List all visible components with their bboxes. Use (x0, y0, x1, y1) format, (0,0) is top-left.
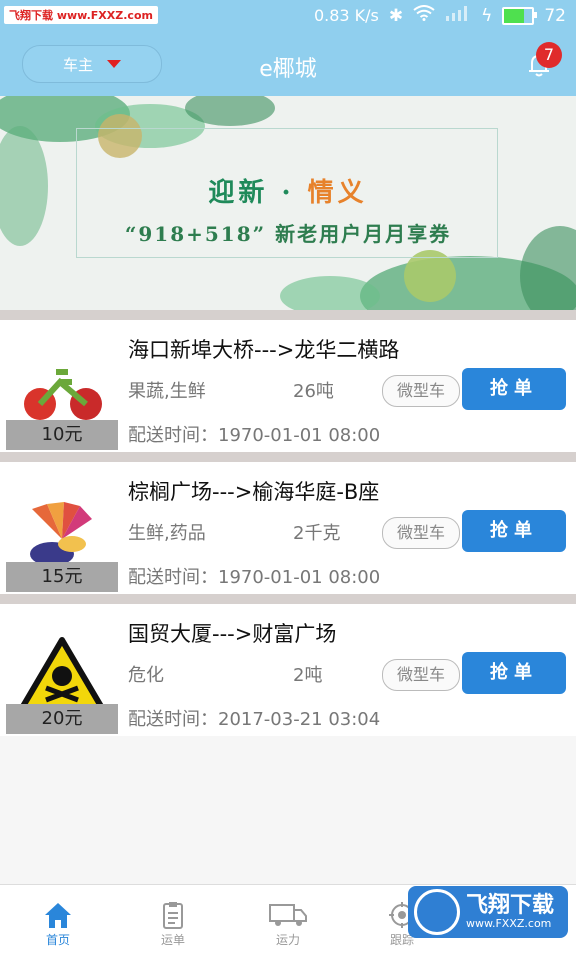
tab-waybill[interactable]: 运单 (143, 901, 203, 948)
price-tag: 20元 (6, 704, 118, 734)
order-card[interactable]: 20元 国贸大厦--->财富广场 危化 2吨 微型车 抢单 配送时间：2017-… (0, 594, 576, 736)
tab-label: 运单 (160, 933, 185, 947)
wifi-icon (413, 5, 435, 26)
goods-weight: 2吨 (293, 665, 323, 686)
app-header: 车主 e椰城 7 (0, 34, 576, 96)
banner-subline: “918+518” 新老用户月月享券 (124, 222, 452, 246)
grab-order-button[interactable]: 抢单 (462, 510, 566, 552)
goods-weight: 26吨 (293, 381, 334, 402)
battery-level: 72 (544, 5, 566, 26)
status-bar: 飞翔下载 www.FXXZ.com 0.83 K/s ✱ ϟ 72 (0, 0, 576, 34)
order-route: 海口新埠大桥--->龙华二横路 (128, 338, 400, 362)
promo-banner[interactable]: 迎新 · 情义 “918+518” 新老用户月月享券 (0, 96, 576, 310)
goods-type: 生鲜,药品 (128, 523, 206, 544)
watermark-label: 飞翔下载 www.FXXZ.com (4, 6, 158, 24)
logo-icon (414, 889, 460, 935)
home-icon (45, 903, 71, 928)
vehicle-type-tag: 微型车 (382, 517, 460, 549)
order-route: 棕榈广场--->榆海华庭-B座 (128, 480, 380, 504)
bluetooth-icon: ✱ (388, 5, 404, 26)
page-title: e椰城 (259, 57, 317, 82)
vehicle-type-tag: 微型车 (382, 375, 460, 407)
tab-home[interactable]: 首页 (28, 901, 88, 948)
notification-badge: 7 (536, 42, 562, 68)
vehicle-type-tag: 微型车 (382, 659, 460, 691)
delivery-time: 配送时间：2017-03-21 03:04 (128, 709, 381, 730)
order-card[interactable]: 15元 棕榈广场--->榆海华庭-B座 生鲜,药品 2千克 微型车 抢单 配送时… (0, 452, 576, 594)
order-list: 10元 海口新埠大桥--->龙华二横路 果蔬,生鲜 26吨 微型车 抢单 配送时… (0, 310, 576, 736)
tab-label: 首页 (45, 933, 70, 947)
battery-icon (502, 6, 538, 25)
delivery-time: 配送时间：1970-01-01 08:00 (128, 425, 381, 446)
order-route: 国贸大厦--->财富广场 (128, 622, 337, 646)
tab-capacity[interactable]: 运力 (258, 901, 318, 948)
banner-headline: 迎新 · 情义 (208, 178, 368, 208)
goods-weight: 2千克 (293, 523, 341, 544)
signal-icon (445, 5, 471, 26)
order-card[interactable]: 10元 海口新埠大桥--->龙华二横路 果蔬,生鲜 26吨 微型车 抢单 配送时… (0, 310, 576, 452)
tab-label: 运力 (275, 933, 300, 947)
goods-type: 果蔬,生鲜 (128, 381, 206, 402)
network-speed: 0.83 K/s (313, 6, 379, 25)
delivery-time: 配送时间：1970-01-01 08:00 (128, 567, 381, 588)
charging-icon: ϟ (481, 5, 493, 26)
grab-order-button[interactable]: 抢单 (462, 652, 566, 694)
price-tag: 15元 (6, 562, 118, 592)
price-tag: 10元 (6, 420, 118, 450)
grab-order-button[interactable]: 抢单 (462, 368, 566, 410)
goods-type: 危化 (128, 665, 164, 686)
site-watermark-logo: 飞翔下载 www.FXXZ.com (408, 886, 568, 938)
truck-icon (269, 904, 307, 926)
bottom-tab-bar: 首页 运单 运力 跟踪 飞翔下载 www.FXXZ.com (0, 884, 576, 960)
clipboard-icon (163, 902, 183, 929)
